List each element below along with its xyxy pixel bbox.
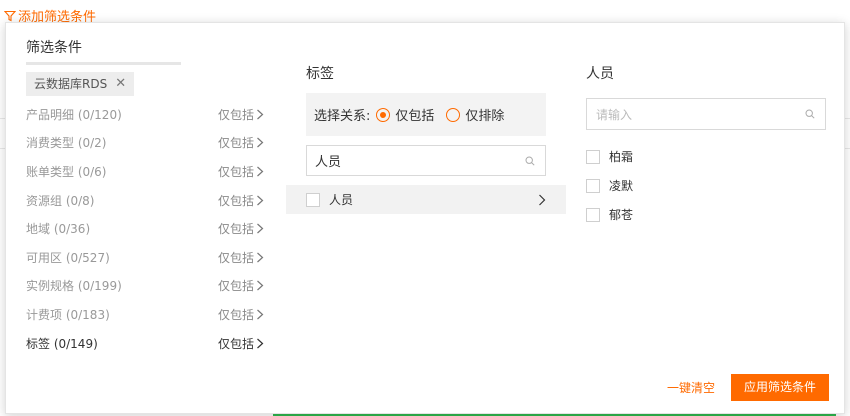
exclude-label: 仅排除 — [465, 109, 505, 124]
category-label: 消费类型 (0/2) — [26, 136, 107, 151]
chevron-right-icon — [257, 252, 264, 263]
person-search-input[interactable]: 请输入 — [586, 98, 826, 130]
category-operator[interactable]: 仅包括 — [218, 192, 264, 209]
tag-item-label: 人员 — [329, 193, 354, 207]
category-operator[interactable]: 仅包括 — [218, 163, 264, 180]
category-item[interactable]: 消费类型 (0/2) 仅包括 — [26, 129, 266, 158]
category-item[interactable]: 资源组 (0/8) 仅包括 — [26, 186, 266, 215]
person-option[interactable]: 柏霜 — [586, 142, 826, 171]
person-checkbox[interactable] — [586, 178, 600, 193]
include-radio[interactable]: 仅包括 — [376, 105, 434, 124]
panel-footer: 一键清空 应用筛选条件 — [667, 374, 829, 401]
person-option[interactable]: 凌默 — [586, 171, 826, 200]
chevron-right-icon — [257, 109, 264, 120]
category-label: 可用区 (0/527) — [26, 250, 110, 265]
tag-list-item[interactable]: 人员 — [286, 185, 566, 214]
category-item[interactable]: 可用区 (0/527) 仅包括 — [26, 243, 266, 272]
tag-search-value: 人员 — [315, 155, 342, 170]
category-operator[interactable]: 仅包括 — [218, 335, 264, 352]
category-operator[interactable]: 仅包括 — [218, 306, 264, 323]
filter-panel: 筛选条件 云数据库RDS ✕ 产品明细 (0/120) 仅包括 消费类型 (0/… — [5, 22, 845, 414]
chevron-right-icon — [257, 166, 264, 177]
close-icon[interactable]: ✕ — [115, 72, 126, 96]
search-icon — [805, 109, 815, 119]
category-item[interactable]: 实例规格 (0/199) 仅包括 — [26, 272, 266, 301]
category-item[interactable]: 产品明细 (0/120) 仅包括 — [26, 100, 266, 129]
persons-column: 人员 请输入 柏霜 凌默 郁苍 — [586, 63, 826, 229]
chevron-right-icon[interactable] — [538, 194, 546, 206]
chevron-right-icon — [257, 137, 264, 148]
categories-column: 筛选条件 云数据库RDS ✕ 产品明细 (0/120) 仅包括 消费类型 (0/… — [26, 37, 266, 357]
filter-icon — [4, 10, 16, 21]
clear-all-link[interactable]: 一键清空 — [667, 379, 715, 396]
person-list: 柏霜 凌默 郁苍 — [586, 142, 826, 229]
selected-product-chip: 云数据库RDS ✕ — [26, 72, 135, 96]
include-label: 仅包括 — [395, 109, 435, 124]
person-label: 郁苍 — [609, 208, 634, 222]
apply-filter-button[interactable]: 应用筛选条件 — [730, 374, 829, 401]
tag-search-input[interactable]: 人员 — [306, 145, 546, 176]
category-label: 地域 (0/36) — [26, 222, 91, 237]
persons-title: 人员 — [586, 66, 614, 82]
category-operator[interactable]: 仅包括 — [218, 249, 264, 266]
category-list: 产品明细 (0/120) 仅包括 消费类型 (0/2) 仅包括 账单类型 (0/… — [26, 100, 266, 357]
radio-selected-icon — [376, 107, 391, 122]
person-checkbox[interactable] — [586, 207, 600, 222]
person-checkbox[interactable] — [586, 149, 600, 164]
person-label: 柏霜 — [609, 150, 634, 164]
category-label: 计费项 (0/183) — [26, 307, 110, 322]
category-label: 标签 (0/149) — [26, 336, 98, 351]
search-icon — [525, 155, 535, 166]
category-label: 产品明细 (0/120) — [26, 107, 122, 122]
person-search-placeholder: 请输入 — [596, 107, 633, 122]
person-option[interactable]: 郁苍 — [586, 200, 826, 229]
chip-label: 云数据库RDS — [34, 77, 108, 91]
category-item[interactable]: 账单类型 (0/6) 仅包括 — [26, 157, 266, 186]
person-label: 凌默 — [609, 179, 634, 193]
category-operator[interactable]: 仅包括 — [218, 277, 264, 294]
chevron-right-icon — [257, 280, 264, 291]
radio-unselected-icon — [446, 107, 461, 122]
chevron-right-icon — [257, 338, 264, 348]
relation-label: 选择关系: — [314, 109, 371, 124]
tags-column: 标签 选择关系: 仅包括 仅排除 人员 人员 — [286, 63, 566, 214]
category-item[interactable]: 地域 (0/36) 仅包括 — [26, 214, 266, 243]
category-item-tags[interactable]: 标签 (0/149) 仅包括 — [26, 329, 266, 358]
tag-checkbox[interactable] — [306, 192, 320, 207]
exclude-radio[interactable]: 仅排除 — [446, 105, 504, 124]
category-operator[interactable]: 仅包括 — [218, 134, 264, 151]
categories-title: 筛选条件 — [26, 40, 82, 56]
category-operator[interactable]: 仅包括 — [218, 220, 264, 237]
category-label: 实例规格 (0/199) — [26, 279, 122, 294]
category-label: 账单类型 (0/6) — [26, 164, 107, 179]
category-item[interactable]: 计费项 (0/183) 仅包括 — [26, 300, 266, 329]
chevron-right-icon — [257, 309, 264, 320]
chevron-right-icon — [257, 223, 264, 234]
tags-title: 标签 — [306, 66, 334, 82]
chevron-right-icon — [257, 195, 264, 206]
category-operator[interactable]: 仅包括 — [218, 106, 264, 123]
categories-title-underline — [26, 62, 181, 65]
relation-selector: 选择关系: 仅包括 仅排除 — [306, 93, 546, 136]
category-label: 资源组 (0/8) — [26, 193, 95, 208]
